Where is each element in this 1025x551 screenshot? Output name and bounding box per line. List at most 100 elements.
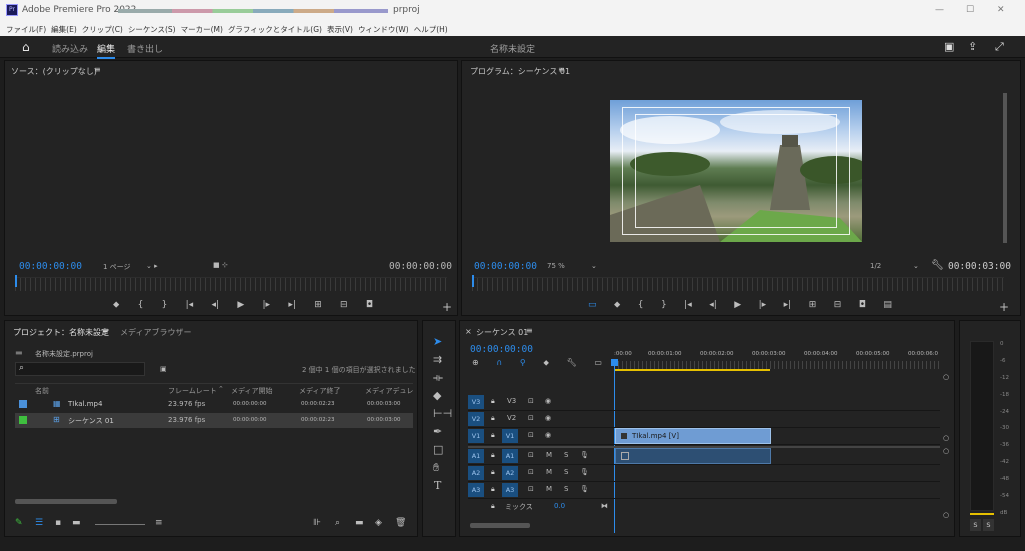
source-page-select[interactable]: 1 ページ xyxy=(103,262,131,272)
mute-button[interactable]: M xyxy=(546,485,552,493)
marker-icon[interactable]: ⬥ xyxy=(614,301,620,310)
source-panel-title[interactable]: ソース：(クリップなし) xyxy=(11,66,97,77)
camera-icon[interactable]: ◘ xyxy=(859,301,866,310)
mark-in-icon[interactable]: { xyxy=(638,301,644,310)
minimize-button[interactable]: — xyxy=(935,5,944,15)
fullscreen-icon[interactable]: ⤢ xyxy=(995,40,1004,54)
column-name[interactable]: 名前 xyxy=(35,386,49,396)
panel-menu-icon[interactable]: ≡ xyxy=(102,326,109,335)
source-settings-icon[interactable]: ■ ⊹ xyxy=(213,261,228,269)
mute-button[interactable]: M xyxy=(546,451,552,459)
extract-icon[interactable]: ⊟ xyxy=(834,301,842,310)
captions-icon[interactable]: ▭ xyxy=(594,359,602,367)
source-patch[interactable]: V3 xyxy=(468,395,484,409)
zoom-slider[interactable] xyxy=(95,524,145,525)
go-to-out-icon[interactable]: ▸| xyxy=(784,301,792,310)
marker-icon[interactable]: ⬥ xyxy=(113,301,119,310)
close-button[interactable]: ✕ xyxy=(997,5,1005,15)
solo-button[interactable]: S xyxy=(564,451,568,459)
menu-marker[interactable]: マーカー(M) xyxy=(181,24,223,35)
play-icon[interactable]: ▶ xyxy=(734,301,741,310)
eye-icon[interactable]: ◉ xyxy=(545,397,551,405)
menu-window[interactable]: ウィンドウ(W) xyxy=(358,24,409,35)
playhead-handle-icon[interactable] xyxy=(611,359,618,366)
solo-button[interactable]: S xyxy=(564,485,568,493)
lock-icon[interactable]: 🔒︎ xyxy=(491,451,495,460)
table-row[interactable]: ⊞ シーケンス 01 23.976 fps 00:00:00:00 00:00:… xyxy=(15,413,413,428)
menu-view[interactable]: 表示(V) xyxy=(327,24,353,35)
sort-icon[interactable]: ≡ xyxy=(155,519,163,528)
source-patch[interactable]: A1 xyxy=(468,449,484,463)
source-patch[interactable]: V1 xyxy=(468,429,484,443)
new-bin-icon[interactable]: ▬ xyxy=(355,519,364,528)
chevron-down-icon[interactable]: ⌄ ▸ xyxy=(146,262,158,270)
sequence-name[interactable]: シーケンス 01 xyxy=(68,416,114,426)
program-scrollbar[interactable] xyxy=(1003,93,1007,243)
overwrite-icon[interactable]: ⊟ xyxy=(340,301,348,310)
track-scroll-knob[interactable]: ○ xyxy=(943,447,949,455)
list-view-icon[interactable]: ☰ xyxy=(35,519,43,528)
ripple-edit-tool-icon[interactable]: ⟛ xyxy=(433,372,443,383)
source-timecode[interactable]: 00:00:00:00 xyxy=(19,261,82,272)
column-media-end[interactable]: メディア終了 xyxy=(299,386,341,396)
resolution-select[interactable]: 1/2 xyxy=(870,262,881,270)
timeline-ruler[interactable]: :00:00 00:00:01:00 00:00:02:00 00:00:03:… xyxy=(614,349,940,371)
search-input[interactable] xyxy=(15,362,145,376)
insert-icon[interactable]: ⊞ xyxy=(314,301,322,310)
program-timeline-ruler[interactable] xyxy=(472,277,1004,291)
source-patch[interactable]: A2 xyxy=(468,466,484,480)
track-label[interactable]: A1 xyxy=(502,449,518,463)
camera-icon[interactable]: ◘ xyxy=(366,301,373,310)
mark-out-icon[interactable]: } xyxy=(661,301,667,310)
go-to-out-icon[interactable]: ▸| xyxy=(288,301,296,310)
lock-icon[interactable]: 🔒︎ xyxy=(491,397,495,406)
sort-up-icon[interactable]: ⌃ xyxy=(218,385,224,393)
track-select-tool-icon[interactable]: ⇉ xyxy=(433,354,442,365)
mic-icon[interactable]: 🎙︎ xyxy=(580,468,589,476)
step-forward-icon[interactable]: |▸ xyxy=(263,301,271,310)
track-scroll-knob[interactable]: ○ xyxy=(943,434,949,442)
lock-icon[interactable]: 🔒︎ xyxy=(491,431,495,440)
play-icon[interactable]: ▶ xyxy=(237,301,244,310)
source-playhead[interactable] xyxy=(15,275,17,287)
slip-tool-icon[interactable]: ⊢⊣ xyxy=(433,408,452,419)
mix-value[interactable]: 0.0 xyxy=(554,502,565,510)
tab-import[interactable]: 読み込み xyxy=(52,42,88,55)
program-playhead[interactable] xyxy=(472,275,474,287)
sync-lock-icon[interactable]: ⊡ xyxy=(528,414,534,422)
close-sequence-icon[interactable]: × xyxy=(465,327,472,336)
label-color-swatch[interactable] xyxy=(19,416,27,424)
track-label[interactable]: A2 xyxy=(502,466,518,480)
mic-icon[interactable]: 🎙︎ xyxy=(580,451,589,459)
linked-selection-icon[interactable]: ⚲ xyxy=(520,359,526,367)
new-item-icon[interactable]: ◈ xyxy=(375,519,382,528)
sync-lock-icon[interactable]: ⊡ xyxy=(528,468,534,476)
snap-icon[interactable]: ∩ xyxy=(496,359,502,367)
panel-menu-icon[interactable]: ≡ xyxy=(526,326,533,335)
tab-edit[interactable]: 編集 xyxy=(97,42,116,59)
zoom-select[interactable]: 75 % xyxy=(547,262,565,270)
video-clip[interactable]: TIkal.mp4 [V] xyxy=(615,428,771,444)
source-patch[interactable]: A3 xyxy=(468,483,484,497)
razor-tool-icon[interactable]: ◆ xyxy=(433,390,441,401)
go-to-in-icon[interactable]: |◂ xyxy=(684,301,692,310)
tab-media-browser[interactable]: メディアブラウザー xyxy=(120,327,191,338)
safe-margins-icon[interactable]: ▭ xyxy=(588,301,597,310)
wrench-icon[interactable]: 🔧︎ xyxy=(931,260,944,271)
pencil-icon[interactable]: ✎ xyxy=(15,519,23,528)
settings-wrench-icon[interactable]: 🔧︎ xyxy=(567,359,577,367)
panel-menu-icon[interactable]: ≡ xyxy=(94,65,101,74)
add-button-icon[interactable]: + xyxy=(442,301,452,313)
sync-lock-icon[interactable]: ⊡ xyxy=(528,485,534,493)
mic-icon[interactable]: 🎙︎ xyxy=(580,485,589,493)
tab-project[interactable]: プロジェクト：名称未設定 xyxy=(13,327,109,338)
step-back-icon[interactable]: ◂| xyxy=(211,301,219,310)
menu-help[interactable]: ヘルプ(H) xyxy=(414,24,448,35)
eye-icon[interactable]: ◉ xyxy=(545,414,551,422)
pen-tool-icon[interactable]: ✒ xyxy=(433,426,442,437)
solo-button[interactable]: S xyxy=(564,468,568,476)
menu-sequence[interactable]: シーケンス(S) xyxy=(128,24,176,35)
step-back-icon[interactable]: ◂| xyxy=(709,301,717,310)
column-frame-rate[interactable]: フレームレート xyxy=(168,386,217,396)
lock-icon[interactable]: 🔒︎ xyxy=(491,414,495,423)
